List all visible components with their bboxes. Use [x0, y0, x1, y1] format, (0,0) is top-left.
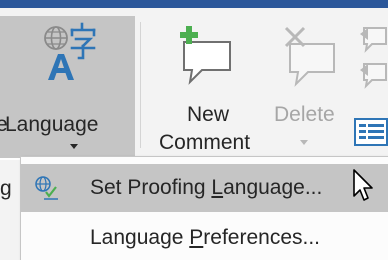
menu-item-set-proofing-language[interactable]: Set Proofing Language...	[21, 164, 388, 212]
proofing-language-icon	[35, 176, 58, 200]
language-dropdown-menu: Set Proofing Language... Language Prefer…	[20, 156, 388, 260]
new-comment-label-line1: New	[187, 103, 230, 126]
new-comment-button[interactable]: New Comment	[150, 16, 250, 158]
language-button[interactable]: Language	[0, 16, 135, 158]
menu-item-language-preferences[interactable]: Language Preferences...	[21, 214, 388, 260]
menu-item-label: Language Preferences...	[90, 226, 321, 249]
chevron-down-icon	[300, 140, 308, 145]
new-comment-label-line2: Comment	[159, 131, 251, 154]
title-bar-strip	[0, 0, 388, 8]
chevron-down-icon	[70, 144, 78, 149]
language-button-label: Language	[5, 113, 99, 136]
partial-ribbon-text: e	[0, 113, 8, 136]
delete-comment-icon	[284, 26, 335, 87]
language-icon	[36, 22, 102, 84]
left-pane-strip	[0, 160, 20, 260]
ribbon-group-separator	[140, 22, 141, 148]
menu-item-label: Set Proofing Language...	[90, 176, 323, 199]
new-comment-icon	[180, 26, 231, 85]
delete-comment-button[interactable]: Delete	[262, 16, 348, 158]
mouse-pointer-icon	[353, 169, 373, 201]
word-review-ribbon-screenshot: Language e New Comment Delete g Set Proo…	[0, 0, 388, 260]
delete-comment-label: Delete	[274, 103, 335, 126]
partial-pane-text: g	[0, 177, 12, 200]
previous-next-comment-icon[interactable]	[356, 24, 388, 96]
show-comments-icon[interactable]	[354, 118, 388, 146]
